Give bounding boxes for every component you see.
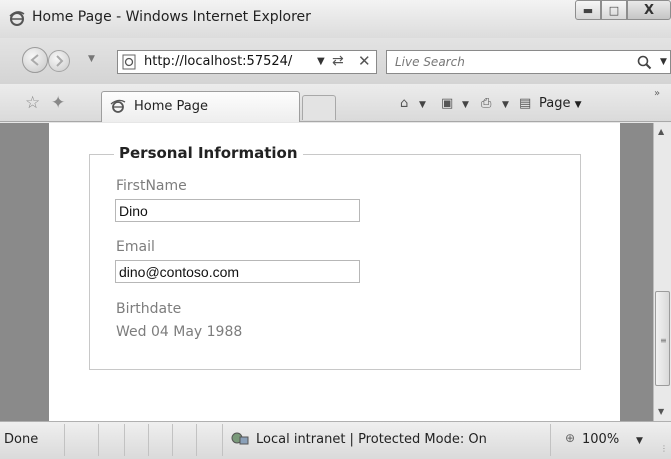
page-icon <box>122 54 136 70</box>
forward-arrow-icon <box>56 55 64 67</box>
resize-grip-icon[interactable]: ⋮ <box>660 444 668 453</box>
tab-bar: ☆ ✦ Home Page ⌂ ▼ ▣ ▼ ⎙ ▼ ▤ Page ▼ » <box>0 84 671 122</box>
minimize-icon: ▬ <box>582 3 594 17</box>
scroll-up-arrow-icon[interactable]: ▲ <box>658 127 664 136</box>
status-divider <box>148 424 149 456</box>
print-icon[interactable]: ⎙ <box>481 96 491 111</box>
address-bar[interactable]: http://localhost:57524/ ▼ ⇄ ✕ <box>117 50 377 74</box>
email-label: Email <box>116 239 155 255</box>
tab-label: Home Page <box>134 99 208 114</box>
fieldset-legend: Personal Information <box>114 144 303 162</box>
close-icon: X <box>643 2 655 18</box>
page-menu-button[interactable]: Page ▼ <box>539 96 582 111</box>
status-divider <box>550 424 551 456</box>
status-divider <box>222 424 223 456</box>
birthdate-label: Birthdate <box>116 301 182 317</box>
maximize-icon: □ <box>608 3 620 17</box>
search-box[interactable]: Live Search ▼ <box>386 50 671 74</box>
page-menu-dropdown-icon: ▼ <box>574 100 582 110</box>
navigation-bar: ▼ http://localhost:57524/ ▼ ⇄ ✕ Live Sea… <box>0 38 671 84</box>
status-bar: Done Local intranet | Protected Mode: On… <box>0 421 671 459</box>
zoom-level[interactable]: 100% <box>582 432 619 447</box>
page-menu-icon[interactable]: ▤ <box>519 96 531 111</box>
security-zone-text[interactable]: Local intranet | Protected Mode: On <box>256 432 487 447</box>
stop-icon[interactable]: ✕ <box>358 52 371 70</box>
feeds-icon[interactable]: ▣ <box>441 96 453 111</box>
window-controls: ▬ □ X <box>575 0 671 24</box>
favorites-star-icon[interactable]: ☆ <box>25 93 40 113</box>
first-name-input[interactable] <box>115 199 360 222</box>
back-button[interactable] <box>22 47 48 73</box>
scroll-down-arrow-icon[interactable]: ▼ <box>658 407 664 416</box>
page-gutter-left <box>0 123 49 421</box>
recent-pages-dropdown-icon[interactable]: ▼ <box>88 54 95 64</box>
maximize-button[interactable]: □ <box>601 0 627 20</box>
ie-window: Home Page - Windows Internet Explorer ▬ … <box>0 0 671 459</box>
search-icon[interactable] <box>636 54 652 70</box>
close-button[interactable]: X <box>627 0 671 20</box>
print-dropdown-icon[interactable]: ▼ <box>502 100 509 110</box>
first-name-label: FirstName <box>116 178 187 194</box>
home-dropdown-icon[interactable]: ▼ <box>419 100 426 110</box>
new-tab-button[interactable] <box>302 95 336 120</box>
local-intranet-icon <box>231 432 249 445</box>
refresh-icon[interactable]: ⇄ <box>332 53 344 69</box>
window-title: Home Page - Windows Internet Explorer <box>32 9 311 25</box>
email-input[interactable] <box>115 260 360 283</box>
birthdate-value: Wed 04 May 1988 <box>116 324 243 340</box>
ie-logo-icon <box>9 11 25 26</box>
feeds-dropdown-icon[interactable]: ▼ <box>462 100 469 110</box>
status-divider <box>124 424 125 456</box>
home-icon[interactable]: ⌂ <box>400 96 408 111</box>
add-favorites-icon[interactable]: ✦ <box>51 93 65 113</box>
scrollbar-thumb[interactable]: ≡ <box>655 291 670 386</box>
scrollbar-grip-icon: ≡ <box>660 336 667 345</box>
search-input[interactable]: Live Search <box>395 55 465 69</box>
status-text: Done <box>4 432 39 447</box>
address-dropdown-icon[interactable]: ▼ <box>317 56 325 67</box>
status-divider <box>172 424 173 456</box>
address-url: http://localhost:57524/ <box>144 54 293 69</box>
vertical-scrollbar[interactable]: ▲ ≡ ▼ <box>653 123 671 421</box>
minimize-button[interactable]: ▬ <box>575 0 601 20</box>
zoom-icon[interactable]: ⊕ <box>565 431 575 445</box>
zoom-dropdown-icon[interactable]: ▼ <box>636 436 643 446</box>
tab-home-page[interactable]: Home Page <box>101 91 300 122</box>
ie-page-icon <box>110 99 126 113</box>
more-commands-chevron-icon[interactable]: » <box>654 88 660 99</box>
page-viewport: Personal Information FirstName Email Bir… <box>0 123 653 421</box>
status-divider <box>64 424 65 456</box>
status-divider <box>196 424 197 456</box>
search-dropdown-icon[interactable]: ▼ <box>660 57 667 67</box>
page-content: Personal Information FirstName Email Bir… <box>49 123 620 421</box>
title-bar: Home Page - Windows Internet Explorer ▬ … <box>0 0 671 38</box>
status-divider <box>98 424 99 456</box>
forward-button[interactable] <box>48 50 70 72</box>
back-arrow-icon <box>30 54 39 66</box>
page-menu-label: Page <box>539 96 571 111</box>
page-gutter-right <box>620 123 653 421</box>
